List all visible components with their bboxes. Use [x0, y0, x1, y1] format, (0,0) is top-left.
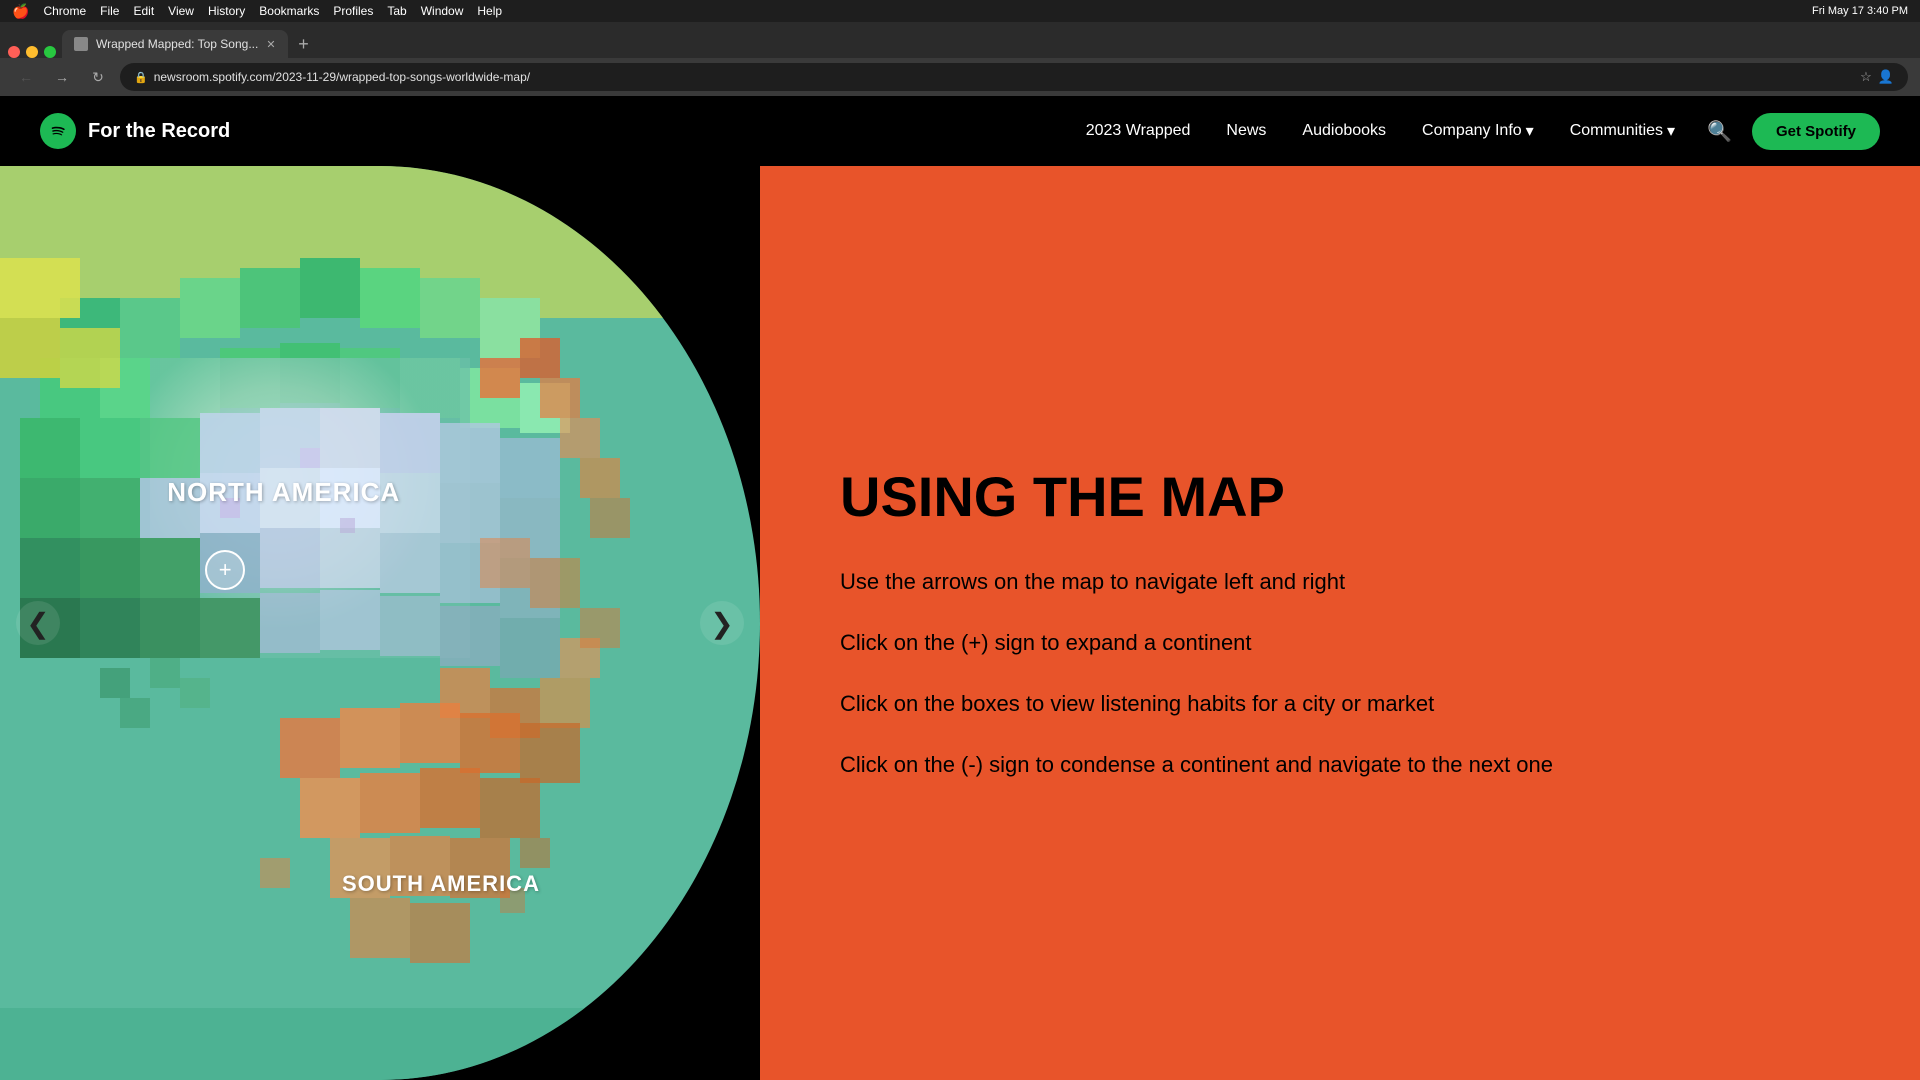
forward-button[interactable]: →: [48, 63, 76, 91]
maximize-window-button[interactable]: [44, 46, 56, 58]
mac-os-bar: 🍎 Chrome File Edit View History Bookmark…: [0, 0, 1920, 22]
new-tab-button[interactable]: +: [290, 30, 318, 58]
using-the-map-title: USING THE MAP: [840, 466, 1840, 528]
nav-logo[interactable]: For the Record: [40, 113, 230, 149]
traffic-lights: [8, 46, 56, 58]
address-bar-row: ← → ↻ 🔒 newsroom.spotify.com/2023-11-29/…: [0, 58, 1920, 96]
app-name[interactable]: Chrome: [43, 4, 86, 18]
instruction-3: Click on the boxes to view listening hab…: [840, 689, 1840, 720]
mac-bar-right: Fri May 17 3:40 PM: [1812, 5, 1908, 17]
nav-logo-text: For the Record: [88, 120, 230, 143]
menu-edit[interactable]: Edit: [133, 4, 154, 18]
time-display: Fri May 17 3:40 PM: [1812, 5, 1908, 17]
instruction-4: Click on the (-) sign to condense a cont…: [840, 750, 1840, 781]
menu-file[interactable]: File: [100, 4, 119, 18]
nav-link-wrapped[interactable]: 2023 Wrapped: [1086, 122, 1191, 140]
address-bar[interactable]: 🔒 newsroom.spotify.com/2023-11-29/wrappe…: [120, 63, 1908, 91]
nav-link-news[interactable]: News: [1226, 122, 1266, 140]
instructions-list: Use the arrows on the map to navigate le…: [840, 567, 1840, 780]
website: For the Record 2023 Wrapped News Audiobo…: [0, 96, 1920, 1080]
tab-bar: Wrapped Mapped: Top Song... ✕ +: [0, 22, 1920, 58]
navbar: For the Record 2023 Wrapped News Audiobo…: [0, 96, 1920, 166]
menu-view[interactable]: View: [168, 4, 194, 18]
refresh-button[interactable]: ↻: [84, 63, 112, 91]
map-section: NORTH AMERICA + SOUTH AMERICA ❮ ❯: [0, 166, 760, 1080]
spotify-logo: [40, 113, 76, 149]
get-spotify-button[interactable]: Get Spotify: [1752, 113, 1880, 150]
south-america-label: SOUTH AMERICA: [342, 871, 540, 897]
apple-icon: 🍎: [12, 3, 29, 20]
menu-tab[interactable]: Tab: [387, 4, 406, 18]
search-icon[interactable]: 🔍: [1707, 119, 1732, 144]
hero: NORTH AMERICA + SOUTH AMERICA ❮ ❯ USING …: [0, 166, 1920, 1080]
minimize-window-button[interactable]: [26, 46, 38, 58]
instruction-2: Click on the (+) sign to expand a contin…: [840, 628, 1840, 659]
tab-close-button[interactable]: ✕: [266, 38, 275, 51]
nav-actions: 🔍 Get Spotify: [1707, 113, 1880, 150]
close-window-button[interactable]: [8, 46, 20, 58]
chevron-down-icon: ▾: [1526, 121, 1534, 141]
expand-north-america-button[interactable]: +: [205, 550, 245, 590]
browser-tab[interactable]: Wrapped Mapped: Top Song... ✕: [62, 30, 288, 58]
browser-chrome: Wrapped Mapped: Top Song... ✕ + ← → ↻ 🔒 …: [0, 22, 1920, 96]
nav-link-audiobooks[interactable]: Audiobooks: [1302, 122, 1386, 140]
nav-link-communities[interactable]: Communities ▾: [1570, 121, 1675, 141]
instruction-1: Use the arrows on the map to navigate le…: [840, 567, 1840, 598]
map-nav-arrow-right[interactable]: ❯: [700, 601, 744, 645]
nav-link-company-info[interactable]: Company Info ▾: [1422, 121, 1534, 141]
map-nav-arrow-left[interactable]: ❮: [16, 601, 60, 645]
menu-help[interactable]: Help: [477, 4, 502, 18]
tab-favicon: [74, 37, 88, 51]
spotify-icon: [47, 120, 69, 142]
menu-window[interactable]: Window: [421, 4, 464, 18]
info-section: USING THE MAP Use the arrows on the map …: [760, 166, 1920, 1080]
url-text: newsroom.spotify.com/2023-11-29/wrapped-…: [154, 70, 1854, 84]
menu-bookmarks[interactable]: Bookmarks: [259, 4, 319, 18]
lock-icon: 🔒: [134, 71, 148, 84]
chevron-down-icon-communities: ▾: [1667, 121, 1675, 141]
menu-history[interactable]: History: [208, 4, 245, 18]
back-button[interactable]: ←: [12, 63, 40, 91]
mac-bar-left: 🍎 Chrome File Edit View History Bookmark…: [12, 3, 502, 20]
bookmark-icon[interactable]: ☆: [1860, 69, 1872, 85]
tab-title: Wrapped Mapped: Top Song...: [96, 37, 258, 51]
menu-profiles[interactable]: Profiles: [333, 4, 373, 18]
profile-icon[interactable]: 👤: [1878, 69, 1894, 85]
address-bar-icons: ☆ 👤: [1860, 69, 1894, 85]
world-map-svg: [0, 166, 760, 1080]
nav-links: 2023 Wrapped News Audiobooks Company Inf…: [1086, 121, 1675, 141]
north-america-label: NORTH AMERICA: [167, 477, 400, 508]
